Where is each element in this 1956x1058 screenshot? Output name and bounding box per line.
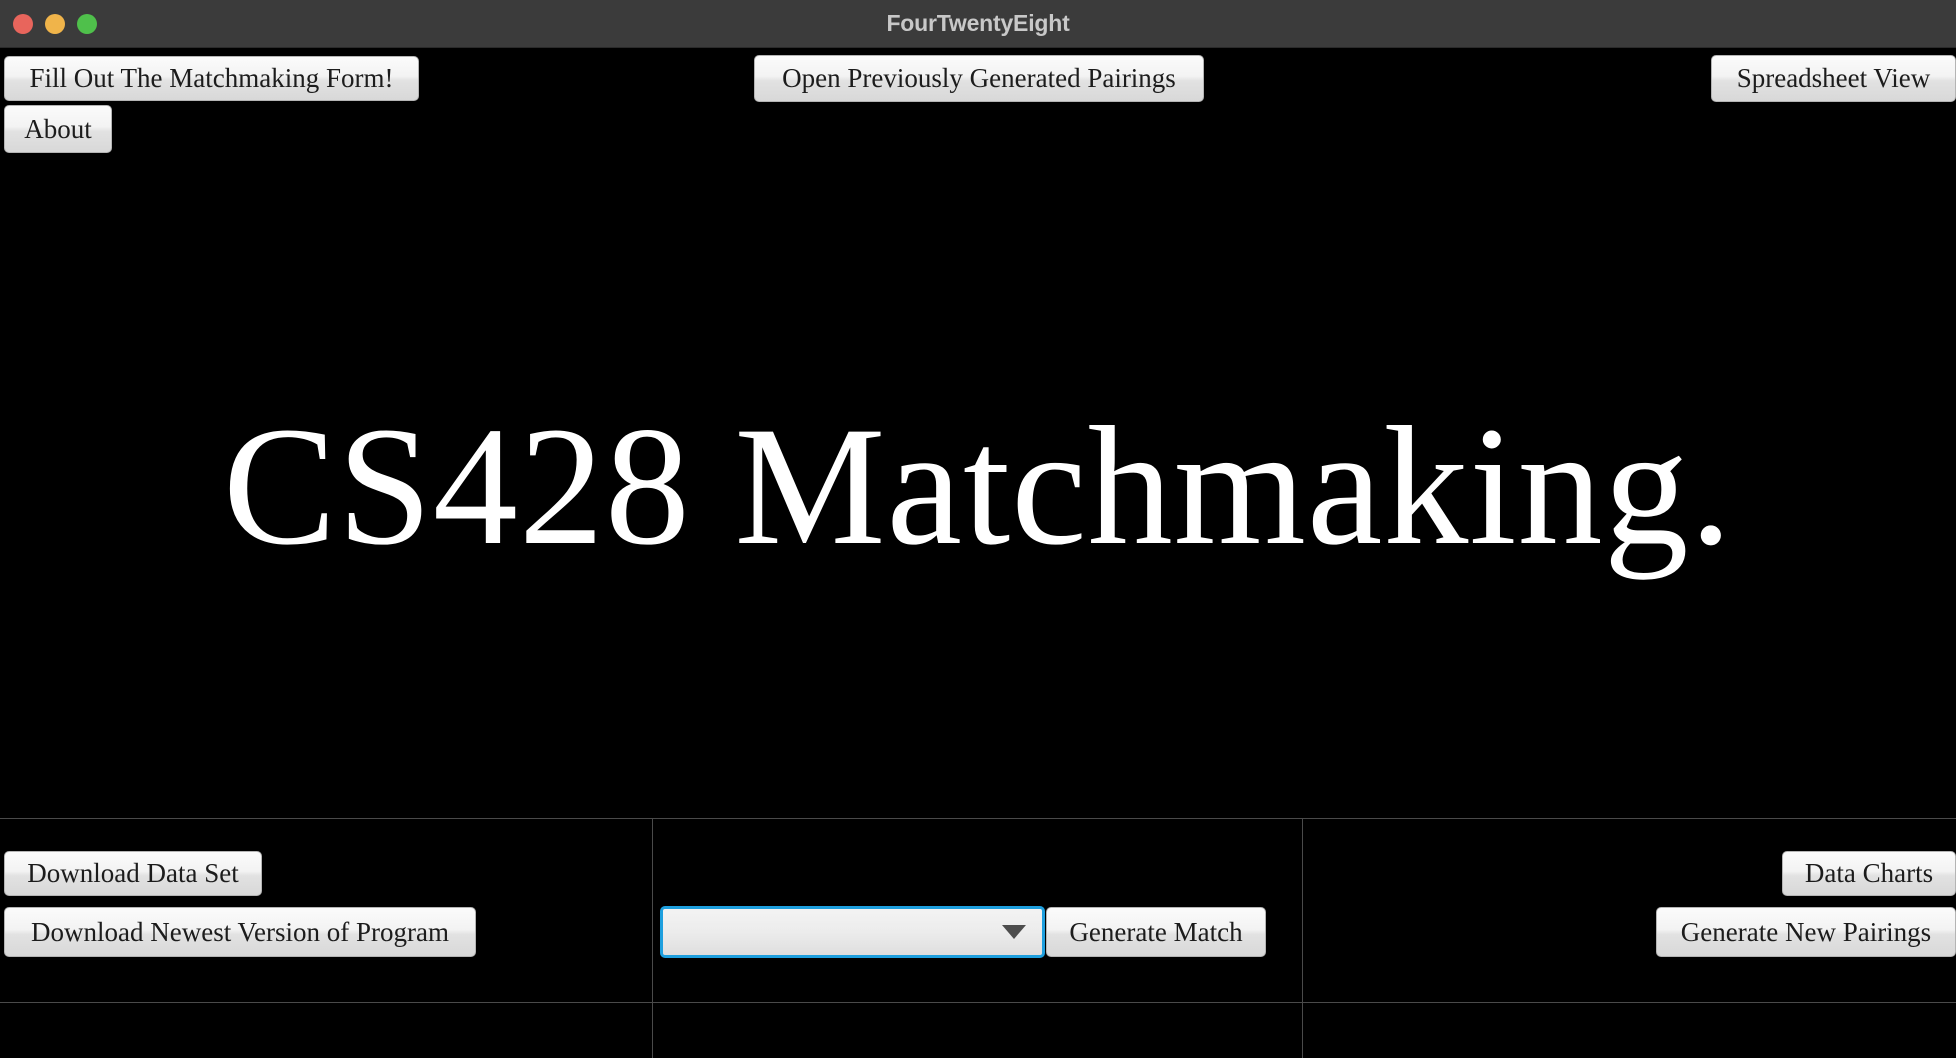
download-newest-version-button[interactable]: Download Newest Version of Program <box>4 907 476 957</box>
chevron-down-icon[interactable] <box>1002 925 1026 939</box>
window-title: FourTwentyEight <box>886 10 1070 36</box>
spreadsheet-view-button[interactable]: Spreadsheet View <box>1711 55 1956 102</box>
panel-divider-right <box>1302 818 1303 1058</box>
bottom-panel: Download Data Set Download Newest Versio… <box>0 818 1956 1058</box>
data-charts-label: Data Charts <box>1804 858 1934 888</box>
generate-match-button[interactable]: Generate Match <box>1046 907 1266 957</box>
about-button[interactable]: About <box>4 105 112 153</box>
fill-out-matchmaking-form-label: Fill Out The Matchmaking Form! <box>29 63 394 93</box>
open-previously-generated-pairings-label: Open Previously Generated Pairings <box>782 63 1176 93</box>
title-bar: FourTwentyEight <box>0 0 1956 48</box>
about-label: About <box>24 113 92 144</box>
pairing-select[interactable] <box>660 906 1045 958</box>
maximize-window-button[interactable] <box>77 13 97 34</box>
panel-divider-top <box>0 818 1956 819</box>
fill-out-matchmaking-form-button[interactable]: Fill Out The Matchmaking Form! <box>4 56 419 101</box>
close-window-button[interactable] <box>13 13 33 34</box>
panel-divider-left <box>652 818 653 1058</box>
main-canvas: CS428 Matchmaking. <box>0 153 1956 818</box>
minimize-window-button[interactable] <box>45 13 65 34</box>
open-previously-generated-pairings-button[interactable]: Open Previously Generated Pairings <box>754 55 1204 102</box>
page-title: CS428 Matchmaking. <box>222 391 1734 580</box>
download-data-set-button[interactable]: Download Data Set <box>4 851 262 896</box>
download-newest-version-label: Download Newest Version of Program <box>31 916 449 947</box>
window-controls <box>13 0 97 47</box>
download-data-set-label: Download Data Set <box>27 858 239 888</box>
generate-match-label: Generate Match <box>1069 916 1243 947</box>
spreadsheet-view-label: Spreadsheet View <box>1736 63 1931 93</box>
generate-new-pairings-label: Generate New Pairings <box>1680 916 1932 947</box>
app-window: FourTwentyEight Fill Out The Matchmaking… <box>0 0 1956 1058</box>
data-charts-button[interactable]: Data Charts <box>1782 851 1956 896</box>
panel-divider-middle <box>0 1002 1956 1003</box>
generate-new-pairings-button[interactable]: Generate New Pairings <box>1656 907 1956 957</box>
